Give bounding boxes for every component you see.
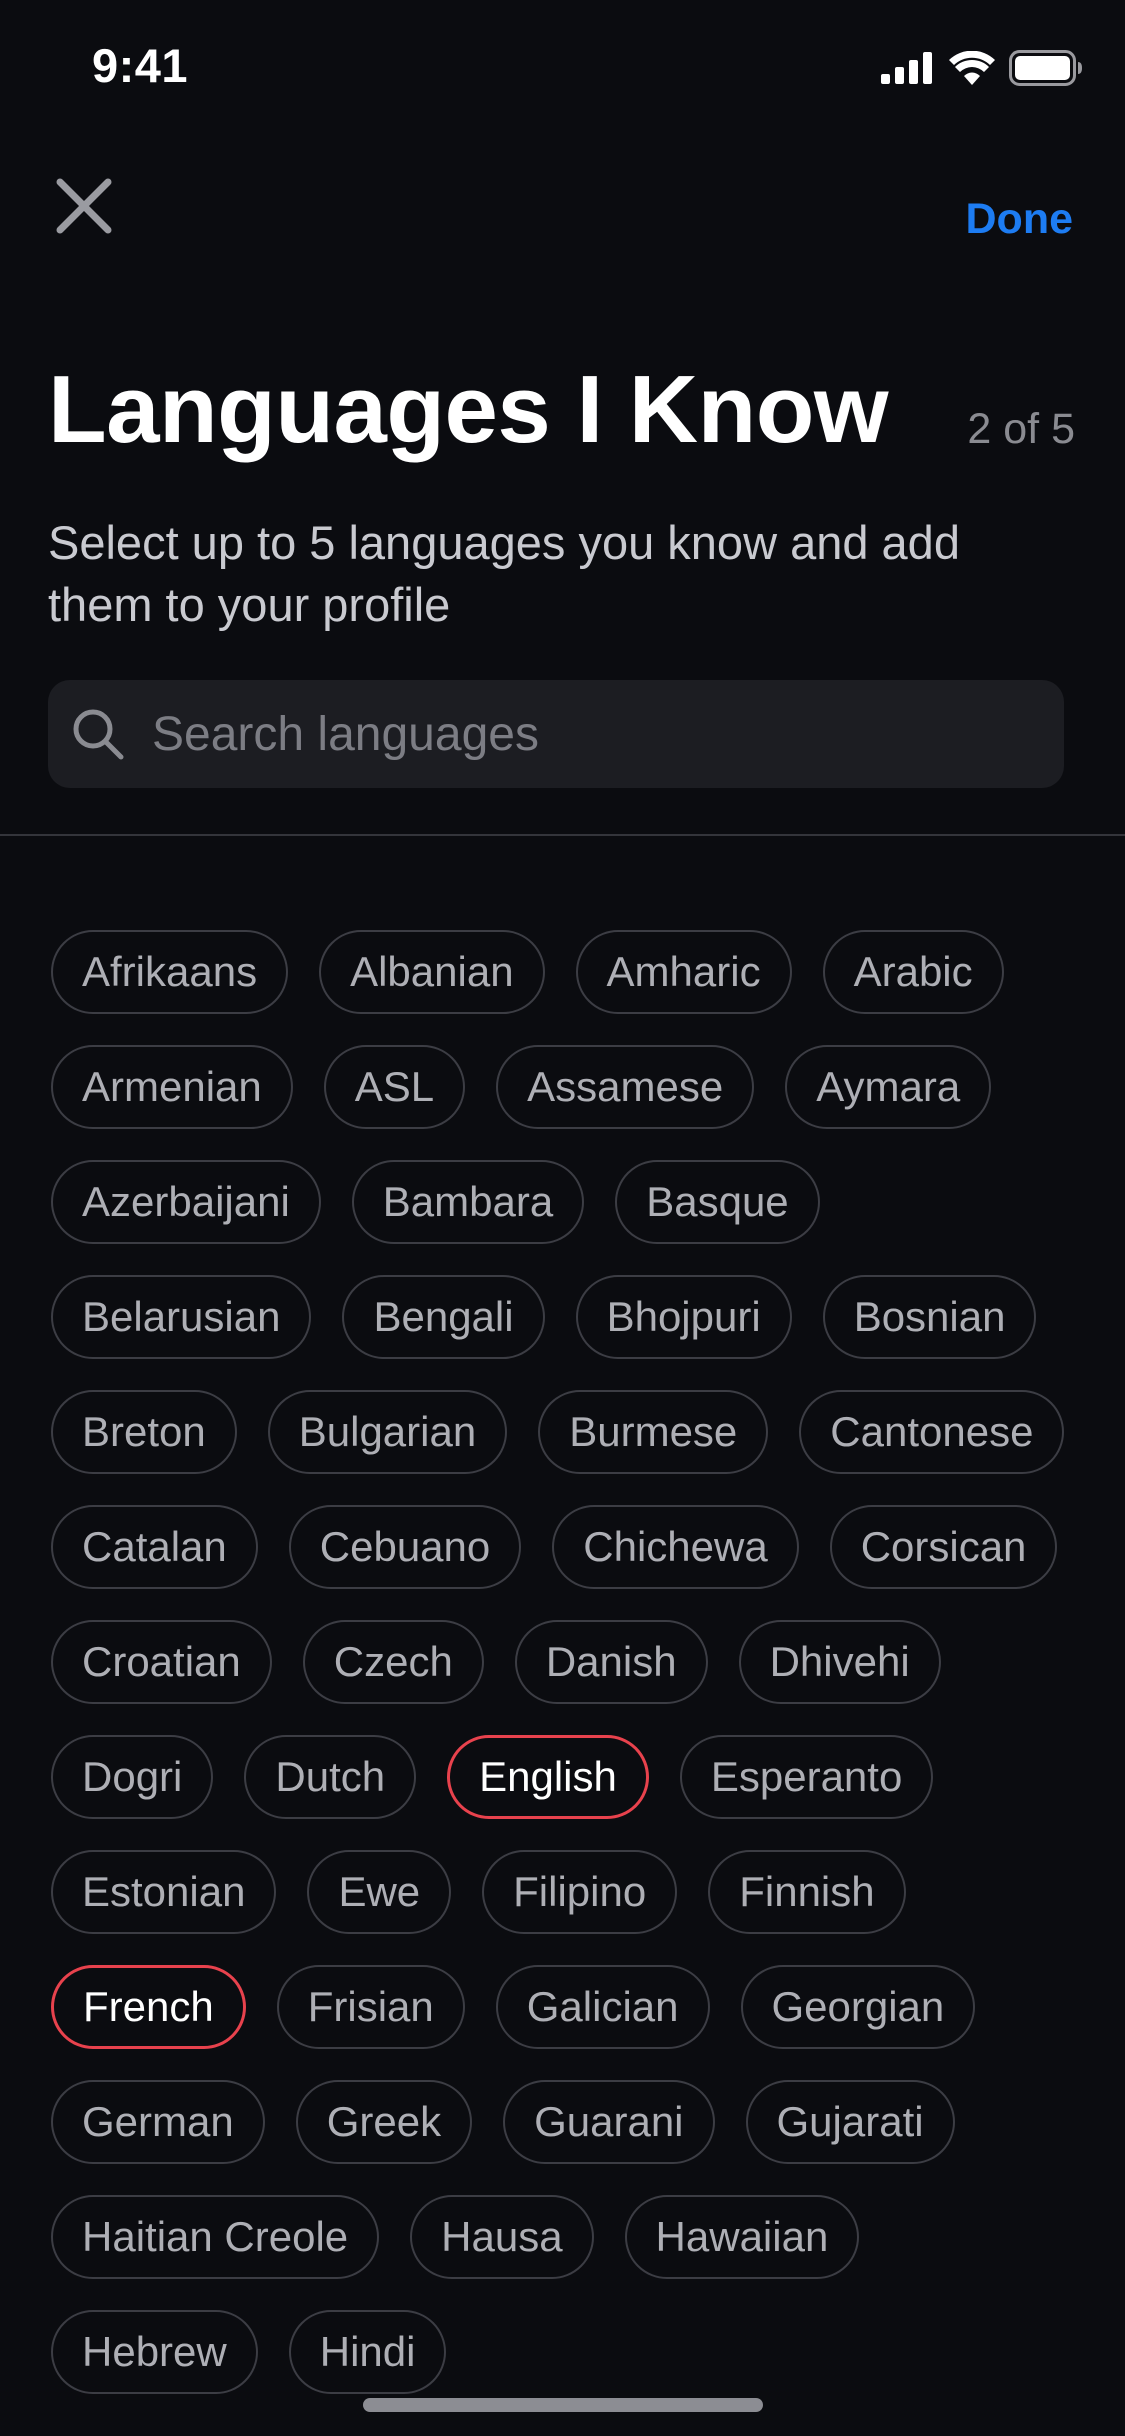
language-chip-czech[interactable]: Czech <box>302 1620 484 1704</box>
language-chip-english[interactable]: English <box>447 1735 649 1819</box>
language-chip-frisian[interactable]: Frisian <box>276 1965 465 2049</box>
language-chip-estonian[interactable]: Estonian <box>51 1850 277 1934</box>
language-chip-dogri[interactable]: Dogri <box>51 1735 214 1819</box>
close-button[interactable] <box>48 172 120 244</box>
language-chip-guarani[interactable]: Guarani <box>503 2080 715 2164</box>
language-chip-armenian[interactable]: Armenian <box>51 1045 293 1129</box>
language-chip-chichewa[interactable]: Chichewa <box>552 1505 799 1589</box>
language-chip-cebuano[interactable]: Cebuano <box>288 1505 522 1589</box>
language-chip-albanian[interactable]: Albanian <box>319 930 545 1014</box>
language-chip-hawaiian[interactable]: Hawaiian <box>624 2195 860 2279</box>
language-chip-ewe[interactable]: Ewe <box>307 1850 452 1934</box>
status-icons <box>881 50 1083 91</box>
language-chip-burmese[interactable]: Burmese <box>538 1390 769 1474</box>
language-chip-arabic[interactable]: Arabic <box>822 930 1004 1014</box>
language-chip-gujarati[interactable]: Gujarati <box>745 2080 955 2164</box>
language-chip-filipino[interactable]: Filipino <box>482 1850 678 1934</box>
language-chip-bosnian[interactable]: Bosnian <box>822 1275 1037 1359</box>
language-chip-catalan[interactable]: Catalan <box>51 1505 258 1589</box>
language-chip-asl[interactable]: ASL <box>323 1045 466 1129</box>
status-time: 9:41 <box>92 39 189 92</box>
language-chip-dhivehi[interactable]: Dhivehi <box>738 1620 941 1704</box>
language-chip-hindi[interactable]: Hindi <box>288 2310 447 2394</box>
page-title: Languages I Know <box>48 356 889 463</box>
language-chip-bulgarian[interactable]: Bulgarian <box>267 1390 508 1474</box>
language-chip-hebrew[interactable]: Hebrew <box>51 2310 258 2394</box>
language-chip-dutch[interactable]: Dutch <box>244 1735 417 1819</box>
home-indicator[interactable] <box>363 2398 763 2412</box>
close-icon <box>54 176 114 241</box>
search-icon <box>68 704 128 764</box>
language-chip-french[interactable]: French <box>51 1965 246 2049</box>
selection-counter: 2 of 5 <box>967 405 1075 453</box>
language-chip-afrikaans[interactable]: Afrikaans <box>51 930 289 1014</box>
language-chip-bengali[interactable]: Bengali <box>342 1275 545 1359</box>
language-chip-galician[interactable]: Galician <box>495 1965 710 2049</box>
language-chip-amharic[interactable]: Amharic <box>575 930 792 1014</box>
language-chip-breton[interactable]: Breton <box>51 1390 237 1474</box>
language-chip-haitian-creole[interactable]: Haitian Creole <box>51 2195 380 2279</box>
language-chip-danish[interactable]: Danish <box>514 1620 708 1704</box>
language-chip-list: Afrikaans Albanian Amharic Arabic Armenian AS… <box>51 930 1091 2394</box>
search-bar[interactable] <box>48 680 1064 788</box>
language-chip-belarusian[interactable]: Belarusian <box>51 1275 312 1359</box>
language-chip-esperanto[interactable]: Esperanto <box>679 1735 934 1819</box>
language-chip-cantonese[interactable]: Cantonese <box>799 1390 1065 1474</box>
language-chip-bambara[interactable]: Bambara <box>351 1160 585 1244</box>
language-chip-finnish[interactable]: Finnish <box>708 1850 906 1934</box>
language-chip-assamese[interactable]: Assamese <box>496 1045 755 1129</box>
page-subtitle: Select up to 5 languages you know and ad… <box>48 516 960 631</box>
divider <box>0 834 1125 836</box>
language-chip-azerbaijani[interactable]: Azerbaijani <box>51 1160 321 1244</box>
language-chip-aymara[interactable]: Aymara <box>785 1045 992 1129</box>
languages-screen: 9:41 Done Languages I Know 2 of 5 Select… <box>0 0 1125 2436</box>
wifi-icon <box>949 50 995 90</box>
battery-icon <box>1009 50 1083 91</box>
language-chip-bhojpuri[interactable]: Bhojpuri <box>575 1275 792 1359</box>
cellular-signal-icon <box>881 52 935 89</box>
language-chip-hausa[interactable]: Hausa <box>410 2195 594 2279</box>
status-bar: 9:41 <box>0 0 1125 140</box>
language-chip-german[interactable]: German <box>51 2080 265 2164</box>
language-chip-corsican[interactable]: Corsican <box>829 1505 1058 1589</box>
language-chip-croatian[interactable]: Croatian <box>51 1620 272 1704</box>
language-chip-basque[interactable]: Basque <box>615 1160 820 1244</box>
search-input[interactable] <box>150 705 1034 763</box>
done-button[interactable]: Done <box>966 195 1074 244</box>
language-chip-greek[interactable]: Greek <box>295 2080 473 2164</box>
language-chip-georgian[interactable]: Georgian <box>740 1965 976 2049</box>
